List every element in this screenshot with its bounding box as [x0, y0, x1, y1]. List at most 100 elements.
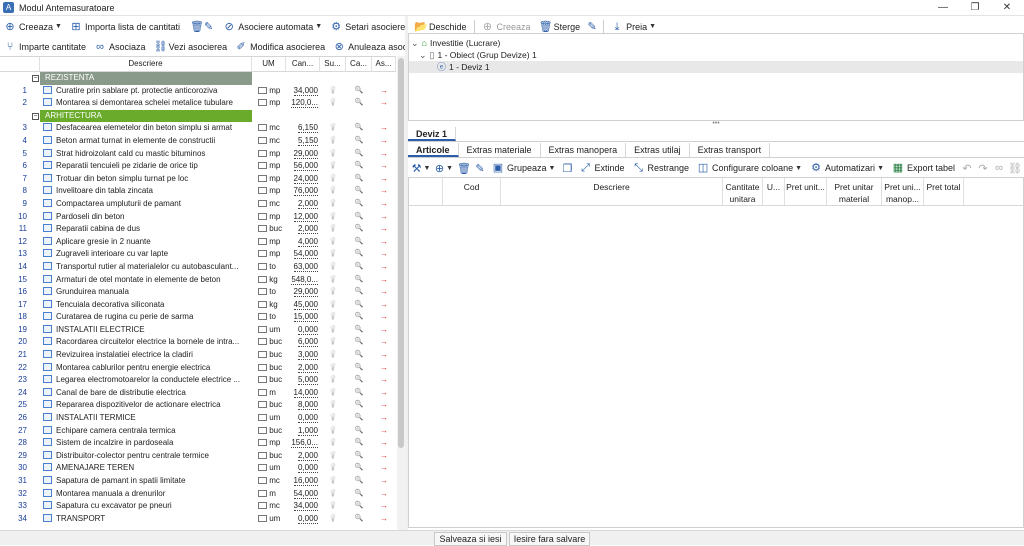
- note-icon[interactable]: [258, 489, 267, 497]
- search-icon[interactable]: 🔍: [346, 374, 372, 387]
- row-description[interactable]: Reparatii cabina de dus: [40, 223, 252, 236]
- bulb-icon[interactable]: 💡: [320, 399, 346, 412]
- bulb-icon[interactable]: 💡: [320, 248, 346, 261]
- table-row[interactable]: 5 Strat hidroizolant cald cu mastic bitum…: [0, 148, 396, 161]
- unlink-icon[interactable]: ⛓: [1007, 159, 1023, 177]
- close-button[interactable]: ✕: [992, 0, 1022, 16]
- bulb-icon[interactable]: 💡: [320, 122, 346, 135]
- table-row[interactable]: 1 Curatire prin sablare pt. protectie ant…: [0, 85, 396, 98]
- header-description[interactable]: Descriere: [40, 57, 252, 71]
- bulb-icon[interactable]: 💡: [320, 462, 346, 475]
- table-row[interactable]: 6 Reparatii tencuieli pe zidarie de orice…: [0, 160, 396, 173]
- header-descriere[interactable]: Descriere: [501, 178, 723, 205]
- search-icon[interactable]: 🔍: [346, 97, 372, 110]
- note-icon[interactable]: [258, 313, 267, 321]
- tab-extras-transport[interactable]: Extras transport: [690, 143, 771, 157]
- association-settings-button[interactable]: ⚙ Setari asociere: [326, 18, 409, 36]
- bulb-icon[interactable]: 💡: [320, 286, 346, 299]
- collapse-box-icon[interactable]: −: [32, 75, 39, 82]
- arrow-right-icon[interactable]: →: [372, 286, 396, 299]
- search-icon[interactable]: 🔍: [346, 349, 372, 362]
- arrow-right-icon[interactable]: →: [372, 299, 396, 312]
- arrow-right-icon[interactable]: →: [372, 488, 396, 501]
- row-description[interactable]: Reparatii tencuieli pe zidarie de orice …: [40, 160, 252, 173]
- expand-button[interactable]: ⤢ Extinde: [575, 159, 628, 177]
- row-quantity[interactable]: 14,000: [286, 387, 320, 400]
- row-quantity[interactable]: 3,000: [286, 349, 320, 362]
- note-icon[interactable]: [258, 464, 267, 472]
- header-um[interactable]: U...: [763, 178, 785, 205]
- arrow-right-icon[interactable]: →: [372, 324, 396, 337]
- bulb-icon[interactable]: 💡: [320, 311, 346, 324]
- row-description[interactable]: Aplicare gresie in 2 nuante: [40, 236, 252, 249]
- row-description[interactable]: Montarea si demontarea schelei metalice …: [40, 97, 252, 110]
- link-icon[interactable]: ∞: [991, 159, 1007, 177]
- bulb-icon[interactable]: 💡: [320, 211, 346, 224]
- search-icon[interactable]: 🔍: [346, 475, 372, 488]
- arrow-right-icon[interactable]: →: [372, 185, 396, 198]
- row-description[interactable]: Invelitoare din tabla zincata: [40, 185, 252, 198]
- collapse-box-icon[interactable]: −: [32, 112, 39, 120]
- bulb-icon[interactable]: 💡: [320, 274, 346, 287]
- table-row[interactable]: 31 Sapatura de pamant in spatii limitate …: [0, 475, 396, 488]
- search-icon[interactable]: 🔍: [346, 336, 372, 349]
- bulb-icon[interactable]: 💡: [320, 160, 346, 173]
- arrow-right-icon[interactable]: →: [372, 387, 396, 400]
- row-description[interactable]: Transportul rutier al materialelor cu au…: [40, 261, 252, 274]
- note-icon[interactable]: [258, 136, 267, 144]
- bulb-icon[interactable]: 💡: [320, 425, 346, 438]
- arrow-right-icon[interactable]: →: [372, 198, 396, 211]
- search-icon[interactable]: 🔍: [346, 488, 372, 501]
- row-quantity[interactable]: 2,000: [286, 450, 320, 463]
- row-quantity[interactable]: 120,0...: [286, 97, 320, 110]
- note-icon[interactable]: [258, 451, 267, 459]
- row-quantity[interactable]: 54,000: [286, 248, 320, 261]
- arrow-right-icon[interactable]: →: [372, 223, 396, 236]
- bulb-icon[interactable]: 💡: [320, 349, 346, 362]
- table-row[interactable]: 20 Racordarea circuitelor electrice la bo…: [0, 336, 396, 349]
- row-description[interactable]: Canal de bare de distributie electrica: [40, 387, 252, 400]
- bulb-icon[interactable]: 💡: [320, 500, 346, 513]
- note-icon[interactable]: [258, 86, 267, 94]
- tab-extras-materiale[interactable]: Extras materiale: [459, 143, 541, 157]
- left-grid-scrollbar[interactable]: [397, 56, 405, 530]
- arrow-right-icon[interactable]: →: [372, 412, 396, 425]
- note-icon[interactable]: [258, 99, 267, 107]
- copy-icon[interactable]: ❐: [559, 159, 575, 177]
- minimize-button[interactable]: —: [928, 0, 958, 16]
- row-quantity[interactable]: 76,000: [286, 185, 320, 198]
- header-um[interactable]: UM: [252, 57, 286, 71]
- note-icon[interactable]: [258, 187, 267, 195]
- table-row[interactable]: 13 Zugraveli interioare cu var lapte mp 54…: [0, 248, 396, 261]
- table-row[interactable]: 32 Montarea manuala a drenurilor m 54,000 💡…: [0, 488, 396, 501]
- bulb-icon[interactable]: 💡: [320, 185, 346, 198]
- collapse-chevron-icon[interactable]: ⌄: [411, 37, 419, 49]
- bulb-icon[interactable]: 💡: [320, 148, 346, 161]
- note-icon[interactable]: [258, 288, 267, 296]
- table-row[interactable]: 3 Desfacearea elemetelor din beton simplu…: [0, 122, 396, 135]
- collapse-chevron-icon[interactable]: ⌄: [419, 49, 427, 61]
- redo-icon[interactable]: ↷: [975, 159, 991, 177]
- bulb-icon[interactable]: 💡: [320, 336, 346, 349]
- export-table-button[interactable]: ▦ Export tabel: [888, 159, 959, 177]
- row-description[interactable]: INSTALATII ELECTRICE: [40, 324, 252, 337]
- note-icon[interactable]: [258, 376, 267, 384]
- note-icon[interactable]: [258, 502, 267, 510]
- search-icon[interactable]: 🔍: [346, 500, 372, 513]
- bulb-icon[interactable]: 💡: [320, 236, 346, 249]
- row-description[interactable]: Trotuar din beton simplu turnat pe loc: [40, 173, 252, 186]
- note-icon[interactable]: [258, 262, 267, 270]
- bulb-icon[interactable]: 💡: [320, 324, 346, 337]
- table-row[interactable]: 17 Tencuiala decorativa siliconata kg 45,0…: [0, 299, 396, 312]
- search-icon[interactable]: 🔍: [346, 387, 372, 400]
- search-icon[interactable]: 🔍: [346, 462, 372, 475]
- row-description[interactable]: Montarea manuala a drenurilor: [40, 488, 252, 501]
- arrow-right-icon[interactable]: →: [372, 85, 396, 98]
- row-description[interactable]: Repararea dispozitivelor de actionare el…: [40, 399, 252, 412]
- arrow-right-icon[interactable]: →: [372, 500, 396, 513]
- arrow-right-icon[interactable]: →: [372, 336, 396, 349]
- bulb-icon[interactable]: 💡: [320, 223, 346, 236]
- row-quantity[interactable]: 63,000: [286, 261, 320, 274]
- note-icon[interactable]: [258, 199, 267, 207]
- row-description[interactable]: Compactarea umpluturii de pamant: [40, 198, 252, 211]
